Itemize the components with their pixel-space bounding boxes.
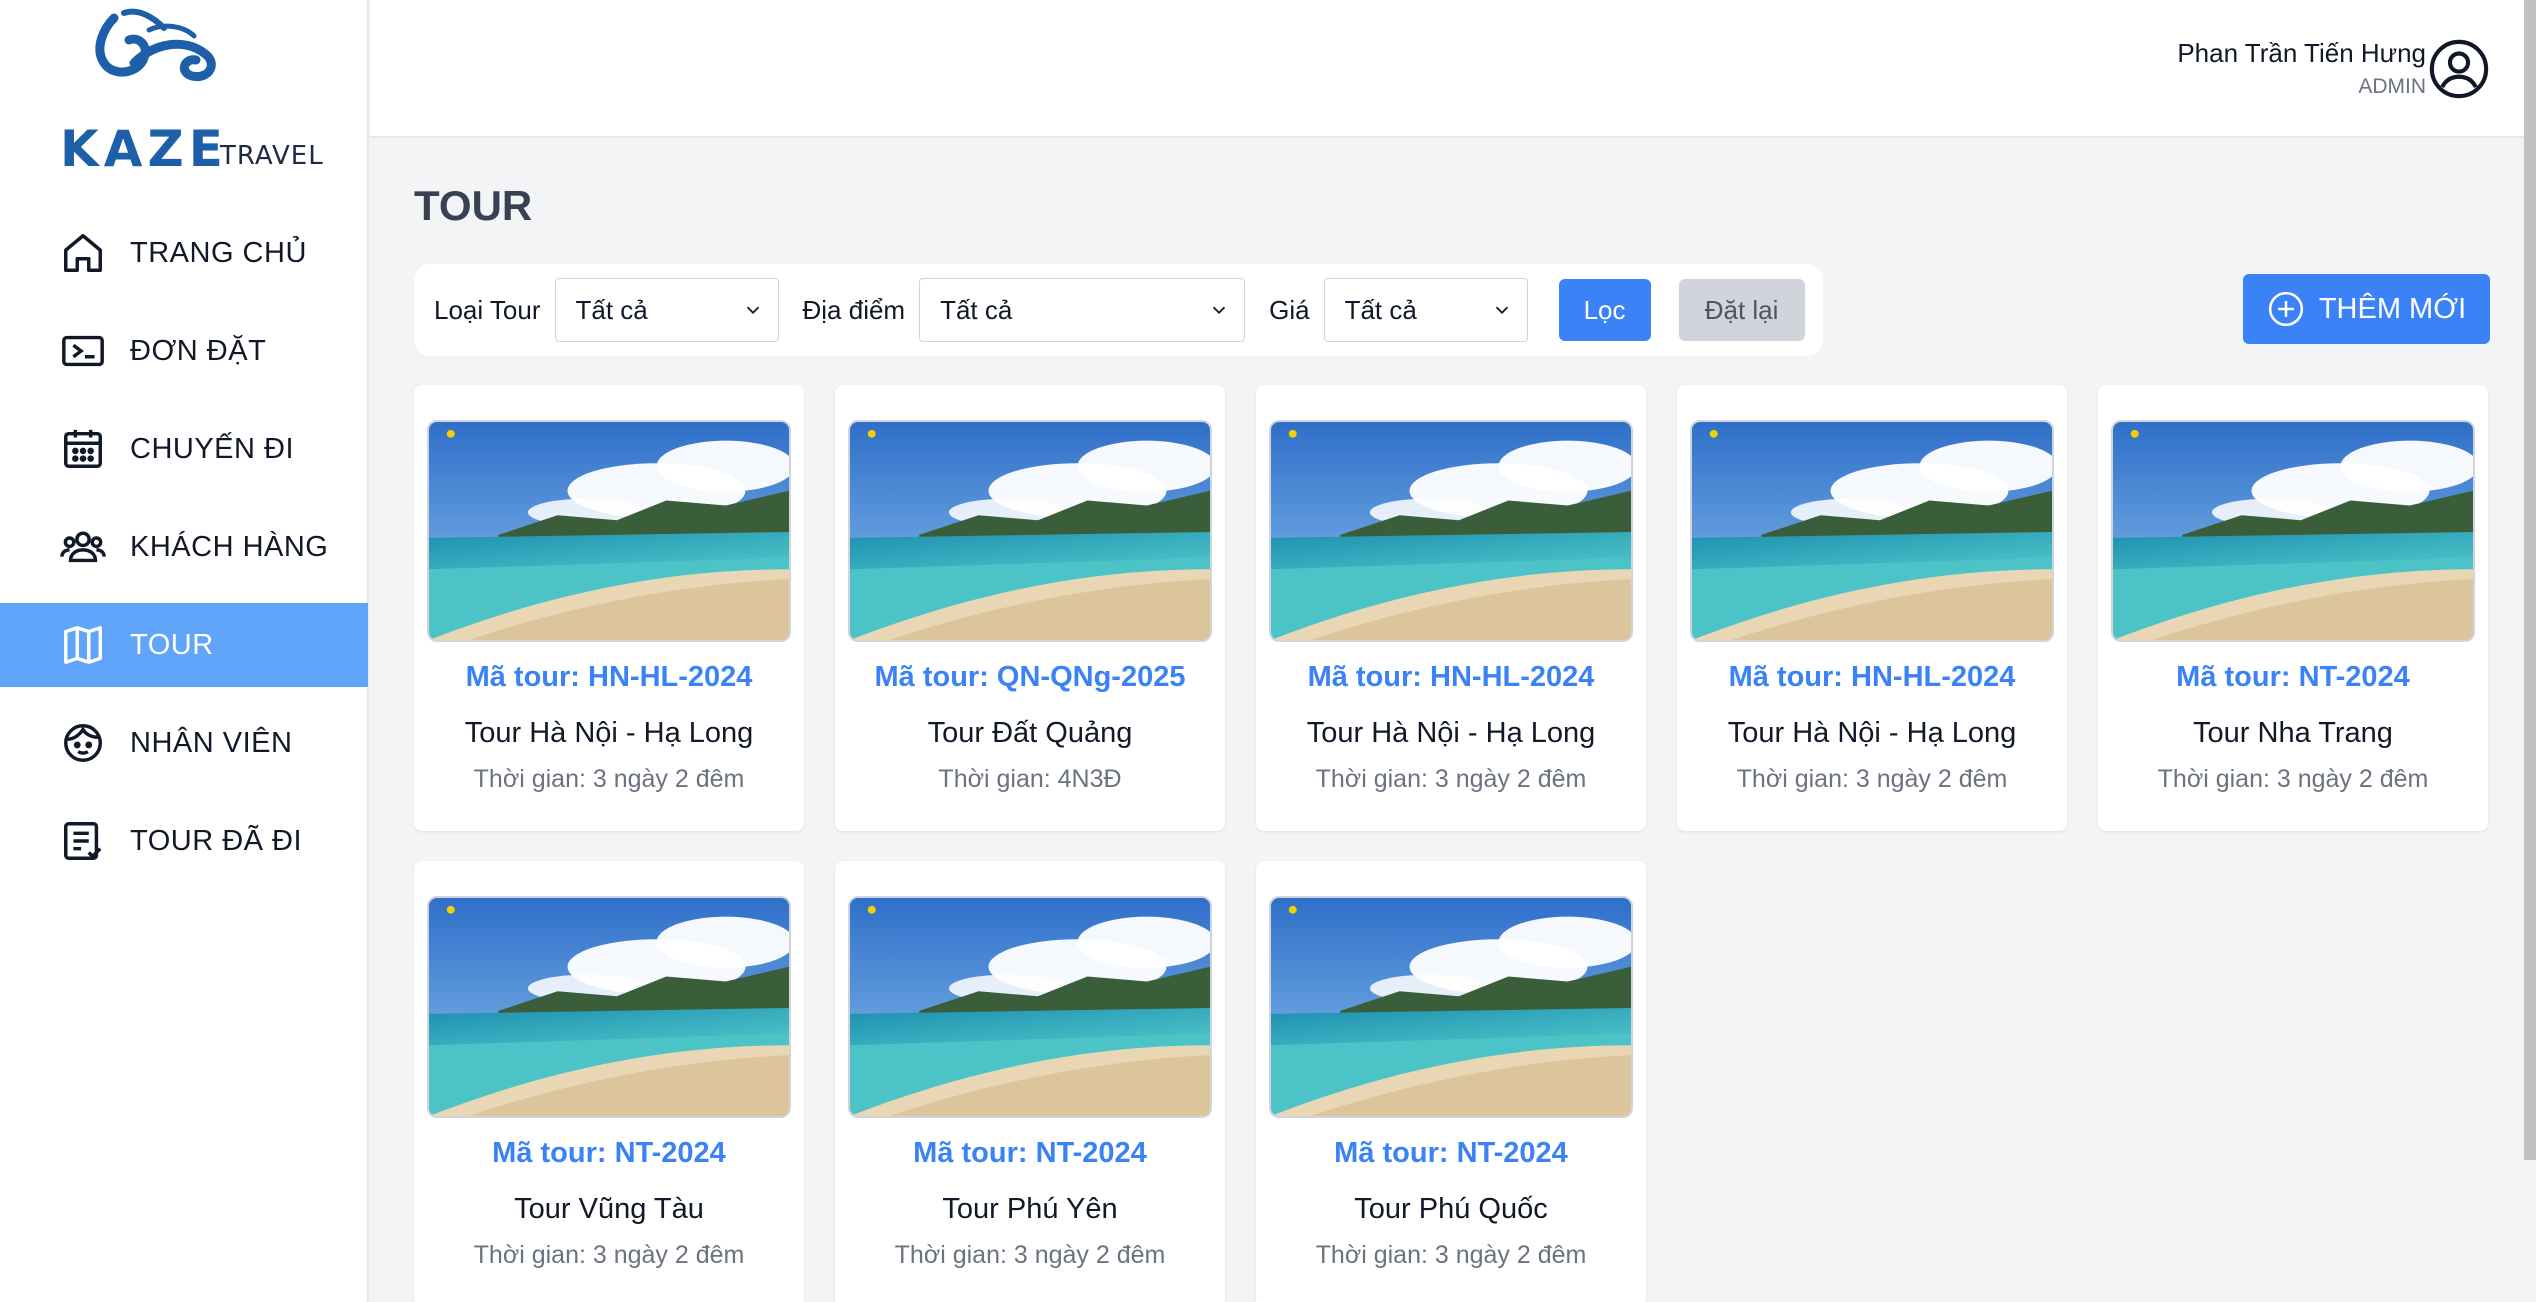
tour-image bbox=[1269, 896, 1633, 1118]
page-title: TOUR bbox=[414, 182, 533, 229]
chevron-down-icon bbox=[1212, 306, 1226, 315]
tour-name: Tour Hà Nội - Hạ Long bbox=[1306, 717, 1596, 749]
tour-code: Mã tour: HN-HL-2024 bbox=[465, 661, 753, 693]
beach-photo-icon bbox=[1692, 422, 2052, 640]
tour-duration: Thời gian: 3 ngày 2 đêm bbox=[1315, 765, 1587, 793]
tour-type-select[interactable]: Tất cả bbox=[554, 278, 779, 342]
beach-photo-icon bbox=[2113, 422, 2473, 640]
tour-image bbox=[2111, 420, 2475, 642]
user-role: ADMIN bbox=[2358, 75, 2426, 98]
tour-name: Tour Đất Quảng bbox=[927, 717, 1133, 749]
tour-grid: Mã tour: HN-HL-2024 Tour Hà Nội - Hạ Lon… bbox=[414, 385, 2490, 1302]
sidebar-item-tour-da-di[interactable]: TOUR ĐÃ ĐI bbox=[0, 799, 368, 883]
calendar-icon bbox=[58, 424, 108, 474]
user-avatar-icon[interactable] bbox=[2428, 38, 2490, 100]
tour-card[interactable]: Mã tour: NT-2024 Tour Vũng Tàu Thời gian… bbox=[414, 861, 804, 1302]
sidebar-item-label: KHÁCH HÀNG bbox=[130, 530, 329, 563]
sidebar-item-label: NHÂN VIÊN bbox=[130, 726, 293, 759]
face-icon bbox=[58, 718, 108, 768]
tour-image bbox=[848, 896, 1212, 1118]
reset-button[interactable]: Đặt lại bbox=[1678, 279, 1805, 341]
tour-duration: Thời gian: 3 ngày 2 đêm bbox=[473, 1241, 745, 1269]
sidebar-item-nhan-vien[interactable]: NHÂN VIÊN bbox=[0, 701, 368, 785]
tour-image bbox=[848, 420, 1212, 642]
sidebar-item-label: TRANG CHỦ bbox=[130, 236, 307, 269]
tour-image bbox=[427, 420, 791, 642]
tour-name: Tour Phú Quốc bbox=[1354, 1193, 1548, 1225]
tour-code: Mã tour: NT-2024 bbox=[913, 1137, 1147, 1169]
ticket-icon bbox=[58, 326, 108, 376]
location-select[interactable]: Tất cả bbox=[919, 278, 1246, 342]
beach-photo-icon bbox=[429, 898, 789, 1116]
sidebar-item-chuyen-di[interactable]: CHUYẾN ĐI bbox=[0, 407, 368, 491]
map-icon bbox=[58, 620, 108, 670]
sidebar-item-label: CHUYẾN ĐI bbox=[130, 432, 295, 465]
add-tour-button[interactable]: THÊM MỚI bbox=[2243, 274, 2490, 344]
brand-name: KAZE bbox=[60, 120, 228, 178]
location-value: Tất cả bbox=[940, 294, 1013, 325]
tour-duration: Thời gian: 4N3Đ bbox=[938, 765, 1122, 793]
add-button-label: THÊM MỚI bbox=[2318, 292, 2467, 325]
tour-card[interactable]: Mã tour: HN-HL-2024 Tour Hà Nội - Hạ Lon… bbox=[1256, 385, 1646, 831]
tour-type-label: Loại Tour bbox=[434, 294, 541, 325]
users-icon bbox=[58, 522, 108, 572]
tour-name: Tour Vũng Tàu bbox=[514, 1193, 704, 1225]
user-name: Phan Trần Tiến Hưng bbox=[2177, 38, 2426, 68]
filter-bar: Loại Tour Tất cả Địa điểm Tất cả Giá Tất… bbox=[414, 264, 1823, 356]
location-label: Địa điểm bbox=[802, 294, 906, 325]
sidebar-nav: TRANG CHỦ ĐƠN ĐẶT CHUYẾN ĐI KHÁCH HÀNG T… bbox=[0, 211, 368, 897]
tour-name: Tour Hà Nội - Hạ Long bbox=[464, 717, 754, 749]
chevron-down-icon bbox=[746, 306, 759, 315]
plus-circle-icon bbox=[2268, 291, 2303, 327]
tour-code: Mã tour: NT-2024 bbox=[492, 1137, 726, 1169]
tour-code: Mã tour: QN-QNg-2025 bbox=[874, 661, 1186, 693]
beach-photo-icon bbox=[429, 422, 789, 640]
chevron-down-icon bbox=[1495, 306, 1508, 315]
sidebar-item-don-dat[interactable]: ĐƠN ĐẶT bbox=[0, 309, 368, 393]
tour-card[interactable]: Mã tour: NT-2024 Tour Phú Quốc Thời gian… bbox=[1256, 861, 1646, 1302]
price-select[interactable]: Tất cả bbox=[1323, 278, 1528, 342]
tour-image bbox=[1269, 420, 1633, 642]
beach-photo-icon bbox=[850, 898, 1210, 1116]
tour-code: Mã tour: NT-2024 bbox=[1334, 1137, 1568, 1169]
tour-duration: Thời gian: 3 ngày 2 đêm bbox=[1315, 1241, 1587, 1269]
checklist-icon bbox=[58, 816, 108, 866]
scrollbar[interactable] bbox=[2524, 0, 2536, 1160]
tour-duration: Thời gian: 3 ngày 2 đêm bbox=[2157, 765, 2429, 793]
tour-card[interactable]: Mã tour: QN-QNg-2025 Tour Đất Quảng Thời… bbox=[835, 385, 1225, 831]
filter-button[interactable]: Lọc bbox=[1558, 279, 1651, 341]
tour-image bbox=[1690, 420, 2054, 642]
beach-photo-icon bbox=[1271, 422, 1631, 640]
home-icon bbox=[58, 228, 108, 278]
tour-card[interactable]: Mã tour: NT-2024 Tour Nha Trang Thời gia… bbox=[2098, 385, 2488, 831]
sidebar-item-label: TOUR bbox=[130, 628, 214, 661]
tour-card[interactable]: Mã tour: HN-HL-2024 Tour Hà Nội - Hạ Lon… bbox=[1677, 385, 2067, 831]
tour-duration: Thời gian: 3 ngày 2 đêm bbox=[1736, 765, 2008, 793]
brand-subtitle: TRAVEL bbox=[220, 141, 324, 171]
tour-code: Mã tour: NT-2024 bbox=[2176, 661, 2410, 693]
tour-image bbox=[427, 896, 791, 1118]
tour-name: Tour Hà Nội - Hạ Long bbox=[1727, 717, 2017, 749]
sidebar-item-khach-hang[interactable]: KHÁCH HÀNG bbox=[0, 505, 368, 589]
sidebar-item-trang-chu[interactable]: TRANG CHỦ bbox=[0, 211, 368, 295]
sidebar-item-label: ĐƠN ĐẶT bbox=[130, 334, 267, 367]
price-label: Giá bbox=[1269, 294, 1310, 325]
sidebar-item-tour[interactable]: TOUR bbox=[0, 603, 368, 687]
tour-card[interactable]: Mã tour: HN-HL-2024 Tour Hà Nội - Hạ Lon… bbox=[414, 385, 804, 831]
tour-duration: Thời gian: 3 ngày 2 đêm bbox=[473, 765, 745, 793]
beach-photo-icon bbox=[850, 422, 1210, 640]
tour-type-value: Tất cả bbox=[575, 294, 648, 325]
tour-card[interactable]: Mã tour: NT-2024 Tour Phú Yên Thời gian:… bbox=[835, 861, 1225, 1302]
wave-logo-icon bbox=[95, 8, 216, 82]
tour-duration: Thời gian: 3 ngày 2 đêm bbox=[894, 1241, 1166, 1269]
sidebar-item-label: TOUR ĐÃ ĐI bbox=[130, 824, 303, 857]
tour-name: Tour Phú Yên bbox=[942, 1193, 1118, 1225]
sidebar: KAZE TRAVEL TRANG CHỦ ĐƠN ĐẶT CHUYẾN ĐI … bbox=[0, 0, 369, 1302]
tour-name: Tour Nha Trang bbox=[2193, 717, 2393, 749]
price-value: Tất cả bbox=[1344, 294, 1417, 325]
tour-code: Mã tour: HN-HL-2024 bbox=[1728, 661, 2016, 693]
top-header: Phan Trần Tiến Hưng ADMIN bbox=[370, 0, 2536, 138]
beach-photo-icon bbox=[1271, 898, 1631, 1116]
tour-code: Mã tour: HN-HL-2024 bbox=[1307, 661, 1595, 693]
